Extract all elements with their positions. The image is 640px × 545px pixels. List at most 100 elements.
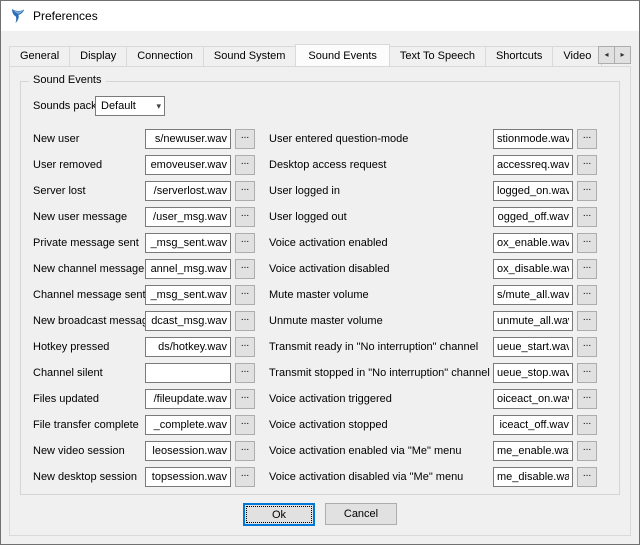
event-label: New channel message: [33, 263, 145, 275]
browse-button[interactable]: ...: [577, 129, 597, 149]
browse-button[interactable]: ...: [235, 259, 255, 279]
browse-button[interactable]: ...: [577, 337, 597, 357]
sound-events-rows: New user ... User entered question-mode …: [33, 126, 607, 490]
footer: Ok Cancel: [20, 495, 620, 531]
sound-file-input[interactable]: [145, 389, 231, 409]
browse-button[interactable]: ...: [235, 181, 255, 201]
sound-event-row: New desktop session ... Voice activation…: [33, 464, 607, 490]
browse-button[interactable]: ...: [577, 467, 597, 487]
cancel-button[interactable]: Cancel: [325, 503, 397, 525]
titlebar: Preferences: [1, 1, 639, 31]
sound-event-row: Private message sent ... Voice activatio…: [33, 230, 607, 256]
sound-file-input[interactable]: [493, 181, 573, 201]
browse-button[interactable]: ...: [235, 389, 255, 409]
browse-button[interactable]: ...: [235, 285, 255, 305]
browse-button[interactable]: ...: [577, 207, 597, 227]
sound-file-input[interactable]: [493, 389, 573, 409]
browse-button[interactable]: ...: [577, 233, 597, 253]
sound-file-input[interactable]: [145, 337, 231, 357]
ok-button[interactable]: Ok: [243, 503, 315, 526]
sound-file-input[interactable]: [493, 441, 573, 461]
tab-text-to-speech[interactable]: Text To Speech: [389, 46, 486, 66]
browse-button[interactable]: ...: [577, 285, 597, 305]
event-label: Channel silent: [33, 367, 145, 379]
sound-file-input[interactable]: [493, 467, 573, 487]
sound-file-input[interactable]: [493, 337, 573, 357]
browse-button[interactable]: ...: [235, 337, 255, 357]
event-label: Voice activation enabled via "Me" menu: [269, 445, 493, 457]
browse-button[interactable]: ...: [577, 389, 597, 409]
sound-file-input[interactable]: [493, 311, 573, 331]
sound-event-row: File transfer complete ... Voice activat…: [33, 412, 607, 438]
sound-file-input[interactable]: [145, 181, 231, 201]
browse-button[interactable]: ...: [577, 259, 597, 279]
event-label: Voice activation disabled via "Me" menu: [269, 471, 493, 483]
tab-sound-events[interactable]: Sound Events: [295, 44, 390, 66]
event-label: Hotkey pressed: [33, 341, 145, 353]
event-label: User logged in: [269, 185, 493, 197]
browse-button[interactable]: ...: [577, 181, 597, 201]
sound-event-row: Files updated ... Voice activation trigg…: [33, 386, 607, 412]
event-label: Files updated: [33, 393, 145, 405]
browse-button[interactable]: ...: [577, 441, 597, 461]
sound-file-input[interactable]: [145, 311, 231, 331]
sound-file-input[interactable]: [145, 129, 231, 149]
sound-event-row: Channel message sent ... Mute master vol…: [33, 282, 607, 308]
event-label: Voice activation disabled: [269, 263, 493, 275]
sound-file-input[interactable]: [145, 285, 231, 305]
sound-file-input[interactable]: [493, 207, 573, 227]
sound-file-input[interactable]: [493, 259, 573, 279]
browse-button[interactable]: ...: [235, 467, 255, 487]
event-label: New broadcast message: [33, 315, 145, 327]
sound-file-input[interactable]: [145, 467, 231, 487]
sound-file-input[interactable]: [493, 129, 573, 149]
event-label: New desktop session: [33, 471, 145, 483]
sounds-pack-select[interactable]: Default ▾: [95, 96, 165, 116]
event-label: Voice activation triggered: [269, 393, 493, 405]
sound-file-input[interactable]: [145, 415, 231, 435]
sound-event-row: Server lost ... User logged in ...: [33, 178, 607, 204]
browse-button[interactable]: ...: [235, 155, 255, 175]
tab-scroll-control: ◂ ▸: [599, 46, 631, 64]
sound-event-row: Channel silent ... Transmit stopped in "…: [33, 360, 607, 386]
tab-video[interactable]: Video: [552, 46, 602, 66]
browse-button[interactable]: ...: [577, 415, 597, 435]
tab-sound-system[interactable]: Sound System: [203, 46, 297, 66]
tab-scroll-left-button[interactable]: ◂: [598, 46, 615, 64]
tab-general[interactable]: General: [9, 46, 70, 66]
tab-scroll-right-button[interactable]: ▸: [614, 46, 631, 64]
tab-display[interactable]: Display: [69, 46, 127, 66]
sound-file-input[interactable]: [493, 285, 573, 305]
group-title: Sound Events: [29, 74, 106, 86]
sound-file-input[interactable]: [145, 207, 231, 227]
tab-connection[interactable]: Connection: [126, 46, 204, 66]
browse-button[interactable]: ...: [235, 207, 255, 227]
sound-file-input[interactable]: [145, 155, 231, 175]
event-label: Channel message sent: [33, 289, 145, 301]
browse-button[interactable]: ...: [235, 311, 255, 331]
browse-button[interactable]: ...: [235, 363, 255, 383]
sound-file-input[interactable]: [493, 233, 573, 253]
sound-file-input[interactable]: [145, 259, 231, 279]
browse-button[interactable]: ...: [577, 311, 597, 331]
browse-button[interactable]: ...: [235, 441, 255, 461]
browse-button[interactable]: ...: [235, 233, 255, 253]
event-label: Private message sent: [33, 237, 145, 249]
browse-button[interactable]: ...: [235, 415, 255, 435]
sound-file-input[interactable]: [145, 441, 231, 461]
event-label: Mute master volume: [269, 289, 493, 301]
sound-file-input[interactable]: [145, 363, 231, 383]
tab-bar: GeneralDisplayConnectionSound SystemSoun…: [9, 44, 631, 66]
tab-shortcuts[interactable]: Shortcuts: [485, 46, 553, 66]
sound-file-input[interactable]: [493, 415, 573, 435]
preferences-window: Preferences GeneralDisplayConnectionSoun…: [0, 0, 640, 545]
event-label: File transfer complete: [33, 419, 145, 431]
sound-file-input[interactable]: [145, 233, 231, 253]
sound-file-input[interactable]: [493, 363, 573, 383]
browse-button[interactable]: ...: [235, 129, 255, 149]
browse-button[interactable]: ...: [577, 155, 597, 175]
sounds-pack-label: Sounds pack: [33, 100, 95, 112]
browse-button[interactable]: ...: [577, 363, 597, 383]
sound-file-input[interactable]: [493, 155, 573, 175]
event-label: Voice activation stopped: [269, 419, 493, 431]
